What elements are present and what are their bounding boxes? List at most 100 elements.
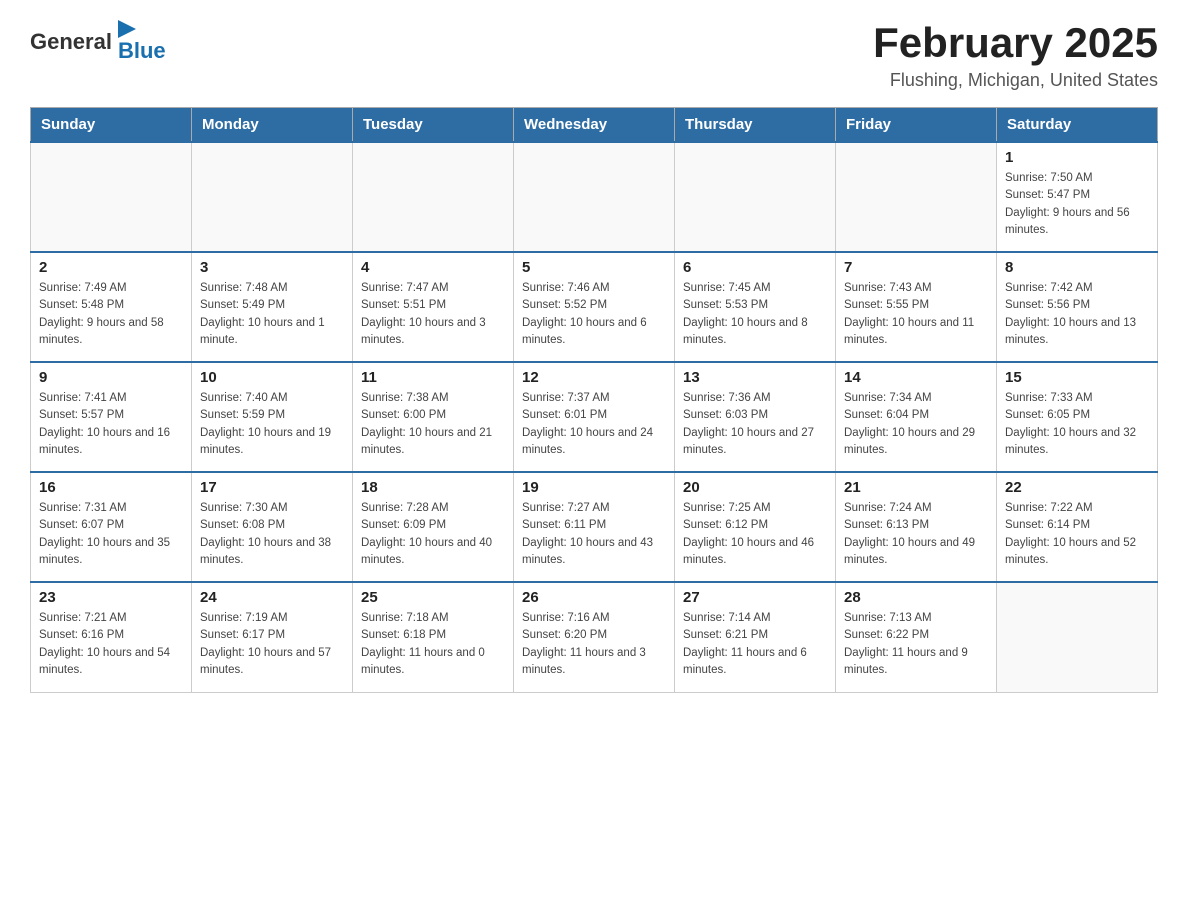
day-info: Sunrise: 7:36 AMSunset: 6:03 PMDaylight:…: [683, 390, 827, 459]
calendar-cell: [836, 142, 997, 252]
page-header: General Blue February 2025 Flushing, Mic…: [30, 20, 1158, 91]
day-number: 19: [522, 479, 666, 496]
day-number: 24: [200, 589, 344, 606]
calendar-cell: 3 Sunrise: 7:48 AMSunset: 5:49 PMDaylight…: [192, 252, 353, 362]
day-number: 21: [844, 479, 988, 496]
day-info: Sunrise: 7:22 AMSunset: 6:14 PMDaylight:…: [1005, 500, 1149, 569]
calendar-cell: 28 Sunrise: 7:13 AMSunset: 6:22 PMDayligh…: [836, 582, 997, 692]
day-number: 27: [683, 589, 827, 606]
day-number: 15: [1005, 369, 1149, 386]
day-number: 12: [522, 369, 666, 386]
day-number: 22: [1005, 479, 1149, 496]
calendar-cell: 4Sunrise: 7:47 AMSunset: 5:51 PMDaylight…: [353, 252, 514, 362]
day-info: Sunrise: 7:34 AMSunset: 6:04 PMDaylight:…: [844, 390, 988, 459]
calendar-cell: 14 Sunrise: 7:34 AMSunset: 6:04 PMDayligh…: [836, 362, 997, 472]
day-info: Sunrise: 7:30 AMSunset: 6:08 PMDaylight:…: [200, 500, 344, 569]
day-info: Sunrise: 7:41 AMSunset: 5:57 PMDaylight:…: [39, 390, 183, 459]
day-number: 11: [361, 369, 505, 386]
weekday-header-sunday: Sunday: [31, 108, 192, 143]
calendar-cell: 17Sunrise: 7:30 AMSunset: 6:08 PMDayligh…: [192, 472, 353, 582]
day-info: Sunrise: 7:24 AMSunset: 6:13 PMDaylight:…: [844, 500, 988, 569]
weekday-header-friday: Friday: [836, 108, 997, 143]
calendar-cell: 6 Sunrise: 7:45 AMSunset: 5:53 PMDaylight…: [675, 252, 836, 362]
day-info: Sunrise: 7:31 AMSunset: 6:07 PMDaylight:…: [39, 500, 183, 569]
calendar-cell: 26 Sunrise: 7:16 AMSunset: 6:20 PMDayligh…: [514, 582, 675, 692]
week-row-5: 23 Sunrise: 7:21 AMSunset: 6:16 PMDayligh…: [31, 582, 1158, 692]
logo: General Blue: [30, 20, 166, 64]
logo-general-text: General: [30, 29, 112, 55]
week-row-2: 2 Sunrise: 7:49 AMSunset: 5:48 PMDaylight…: [31, 252, 1158, 362]
month-year-title: February 2025: [873, 20, 1158, 66]
week-row-4: 16 Sunrise: 7:31 AMSunset: 6:07 PMDayligh…: [31, 472, 1158, 582]
day-info: Sunrise: 7:46 AMSunset: 5:52 PMDaylight:…: [522, 280, 666, 349]
day-info: Sunrise: 7:25 AMSunset: 6:12 PMDaylight:…: [683, 500, 827, 569]
weekday-header-row: SundayMondayTuesdayWednesdayThursdayFrid…: [31, 108, 1158, 143]
day-info: Sunrise: 7:49 AMSunset: 5:48 PMDaylight:…: [39, 280, 183, 349]
day-number: 7: [844, 259, 988, 276]
day-number: 20: [683, 479, 827, 496]
calendar-cell: 10Sunrise: 7:40 AMSunset: 5:59 PMDayligh…: [192, 362, 353, 472]
day-number: 18: [361, 479, 505, 496]
weekday-header-saturday: Saturday: [997, 108, 1158, 143]
calendar-cell: [514, 142, 675, 252]
title-section: February 2025 Flushing, Michigan, United…: [873, 20, 1158, 91]
day-info: Sunrise: 7:42 AMSunset: 5:56 PMDaylight:…: [1005, 280, 1149, 349]
day-info: Sunrise: 7:13 AMSunset: 6:22 PMDaylight:…: [844, 610, 988, 679]
day-number: 13: [683, 369, 827, 386]
week-row-3: 9 Sunrise: 7:41 AMSunset: 5:57 PMDaylight…: [31, 362, 1158, 472]
weekday-header-tuesday: Tuesday: [353, 108, 514, 143]
day-info: Sunrise: 7:19 AMSunset: 6:17 PMDaylight:…: [200, 610, 344, 679]
day-info: Sunrise: 7:38 AMSunset: 6:00 PMDaylight:…: [361, 390, 505, 459]
location-subtitle: Flushing, Michigan, United States: [873, 70, 1158, 91]
day-number: 25: [361, 589, 505, 606]
week-row-1: 1 Sunrise: 7:50 AMSunset: 5:47 PMDaylight…: [31, 142, 1158, 252]
day-info: Sunrise: 7:43 AMSunset: 5:55 PMDaylight:…: [844, 280, 988, 349]
day-info: Sunrise: 7:50 AMSunset: 5:47 PMDaylight:…: [1005, 170, 1149, 239]
day-number: 16: [39, 479, 183, 496]
calendar-cell: 24 Sunrise: 7:19 AMSunset: 6:17 PMDayligh…: [192, 582, 353, 692]
day-info: Sunrise: 7:27 AMSunset: 6:11 PMDaylight:…: [522, 500, 666, 569]
weekday-header-wednesday: Wednesday: [514, 108, 675, 143]
weekday-header-monday: Monday: [192, 108, 353, 143]
day-number: 23: [39, 589, 183, 606]
calendar-cell: 15 Sunrise: 7:33 AMSunset: 6:05 PMDayligh…: [997, 362, 1158, 472]
day-number: 10: [200, 369, 344, 386]
calendar-cell: [353, 142, 514, 252]
logo-arrow-icon: [118, 20, 136, 38]
day-info: Sunrise: 7:21 AMSunset: 6:16 PMDaylight:…: [39, 610, 183, 679]
calendar-cell: 16 Sunrise: 7:31 AMSunset: 6:07 PMDayligh…: [31, 472, 192, 582]
day-info: Sunrise: 7:16 AMSunset: 6:20 PMDaylight:…: [522, 610, 666, 679]
calendar-cell: 27 Sunrise: 7:14 AMSunset: 6:21 PMDayligh…: [675, 582, 836, 692]
day-info: Sunrise: 7:45 AMSunset: 5:53 PMDaylight:…: [683, 280, 827, 349]
day-info: Sunrise: 7:48 AMSunset: 5:49 PMDaylight:…: [200, 280, 344, 349]
day-number: 5: [522, 259, 666, 276]
day-number: 2: [39, 259, 183, 276]
calendar-cell: 25 Sunrise: 7:18 AMSunset: 6:18 PMDayligh…: [353, 582, 514, 692]
day-info: Sunrise: 7:47 AMSunset: 5:51 PMDaylight:…: [361, 280, 505, 349]
day-number: 3: [200, 259, 344, 276]
calendar-cell: 21 Sunrise: 7:24 AMSunset: 6:13 PMDayligh…: [836, 472, 997, 582]
calendar-cell: 12Sunrise: 7:37 AMSunset: 6:01 PMDayligh…: [514, 362, 675, 472]
calendar-cell: 13 Sunrise: 7:36 AMSunset: 6:03 PMDayligh…: [675, 362, 836, 472]
day-number: 26: [522, 589, 666, 606]
calendar-cell: 2 Sunrise: 7:49 AMSunset: 5:48 PMDaylight…: [31, 252, 192, 362]
logo-blue-text: Blue: [118, 38, 166, 64]
day-number: 14: [844, 369, 988, 386]
day-number: 6: [683, 259, 827, 276]
day-info: Sunrise: 7:33 AMSunset: 6:05 PMDaylight:…: [1005, 390, 1149, 459]
calendar-cell: [675, 142, 836, 252]
calendar-cell: 22 Sunrise: 7:22 AMSunset: 6:14 PMDayligh…: [997, 472, 1158, 582]
calendar-cell: 8Sunrise: 7:42 AMSunset: 5:56 PMDaylight…: [997, 252, 1158, 362]
day-number: 28: [844, 589, 988, 606]
day-number: 1: [1005, 149, 1149, 166]
calendar-cell: 7 Sunrise: 7:43 AMSunset: 5:55 PMDaylight…: [836, 252, 997, 362]
calendar-cell: 1 Sunrise: 7:50 AMSunset: 5:47 PMDaylight…: [997, 142, 1158, 252]
calendar-table: SundayMondayTuesdayWednesdayThursdayFrid…: [30, 107, 1158, 693]
calendar-cell: [997, 582, 1158, 692]
day-number: 9: [39, 369, 183, 386]
calendar-cell: 9 Sunrise: 7:41 AMSunset: 5:57 PMDaylight…: [31, 362, 192, 472]
day-info: Sunrise: 7:18 AMSunset: 6:18 PMDaylight:…: [361, 610, 505, 679]
day-info: Sunrise: 7:14 AMSunset: 6:21 PMDaylight:…: [683, 610, 827, 679]
weekday-header-thursday: Thursday: [675, 108, 836, 143]
calendar-cell: 5 Sunrise: 7:46 AMSunset: 5:52 PMDaylight…: [514, 252, 675, 362]
